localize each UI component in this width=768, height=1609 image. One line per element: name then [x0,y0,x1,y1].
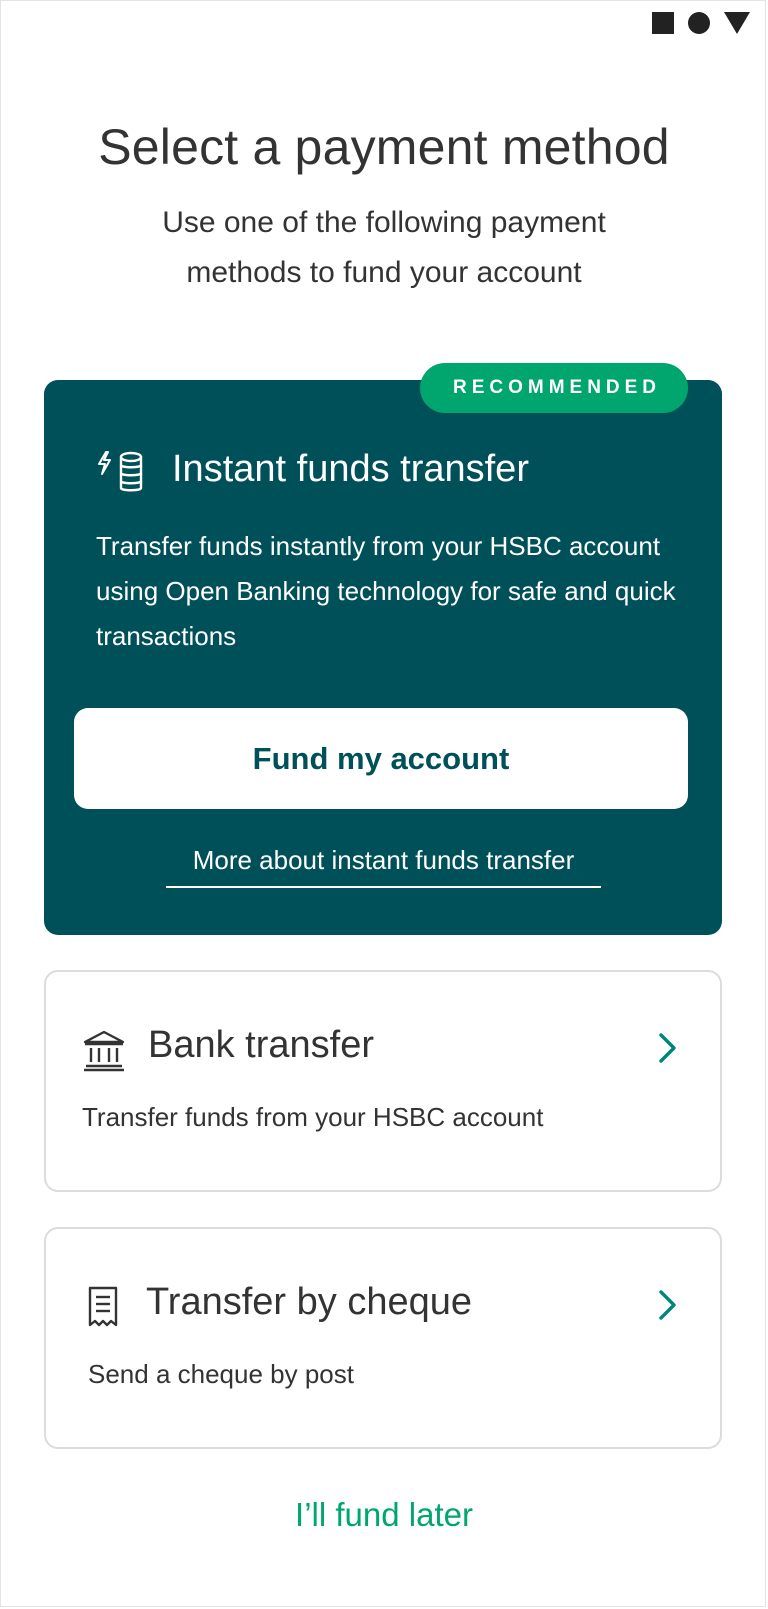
page-subtitle: Use one of the following payment methods… [162,206,606,289]
instant-transfer-icon [98,451,143,492]
bank-transfer-title: Bank transfer [148,1024,374,1066]
instant-transfer-description: Transfer funds instantly from your HSBC … [96,531,676,651]
bank-transfer-description: Transfer funds from your HSBC account [82,1102,544,1132]
cheque-transfer-title: Transfer by cheque [146,1281,472,1323]
status-bar [652,12,750,34]
triangle-icon [724,12,750,34]
chevron-right-icon [659,1290,676,1320]
recommended-badge: RECOMMENDED [420,363,688,413]
fund-later-link[interactable]: I’ll fund later [0,1496,768,1534]
cheque-transfer-card[interactable]: Transfer by cheque Send a cheque by post [44,1227,722,1449]
cheque-transfer-description: Send a cheque by post [88,1359,354,1389]
chevron-right-icon [659,1033,676,1063]
bank-icon [83,1030,125,1072]
circle-icon [688,12,710,34]
square-icon [652,12,674,34]
bank-transfer-card[interactable]: Bank transfer Transfer funds from your H… [44,970,722,1192]
instant-transfer-title: Instant funds transfer [172,448,529,490]
more-about-instant-transfer-link[interactable]: More about instant funds transfer [166,845,601,888]
page-title: Select a payment method [98,119,670,175]
cheque-icon [88,1286,118,1327]
fund-my-account-button[interactable]: Fund my account [74,708,688,809]
